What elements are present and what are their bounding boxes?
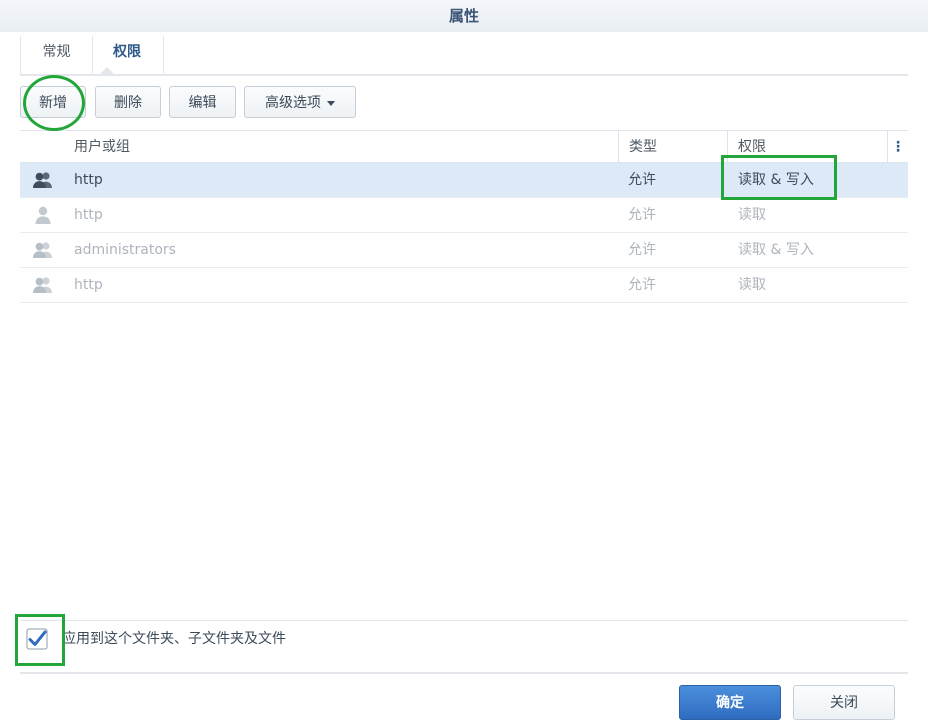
table-header: 用户或组 类型 权限 ⋮: [20, 130, 908, 163]
apply-checkbox-label[interactable]: 应用到这个文件夹、子文件夹及文件: [62, 629, 286, 649]
column-header-user[interactable]: 用户或组: [64, 131, 618, 163]
row-type: 允许: [628, 277, 656, 293]
table-row[interactable]: administrators 允许 读取 & 写入: [20, 233, 908, 268]
group-icon: [32, 276, 56, 294]
dialog-title: 属性: [0, 0, 928, 32]
add-button[interactable]: 新增: [20, 86, 86, 118]
row-type: 允许: [628, 172, 656, 188]
close-button[interactable]: 关闭: [793, 685, 895, 720]
edit-button[interactable]: 编辑: [169, 86, 236, 118]
table-row[interactable]: http 允许 读取: [20, 198, 908, 233]
row-user: http: [74, 207, 103, 223]
column-header-permission[interactable]: 权限: [727, 131, 887, 163]
divider: [20, 620, 908, 621]
advanced-options-button[interactable]: 高级选项: [244, 86, 356, 118]
row-type: 允许: [628, 207, 656, 223]
row-user: http: [74, 277, 103, 293]
row-permission: 读取 & 写入: [738, 242, 814, 258]
group-icon: [32, 171, 56, 189]
table-row[interactable]: http 允许 读取: [20, 268, 908, 303]
active-tab-indicator: [100, 67, 114, 74]
apply-checkbox[interactable]: [26, 628, 48, 650]
column-header-type[interactable]: 类型: [618, 131, 727, 163]
advanced-options-label: 高级选项: [265, 95, 321, 111]
ok-button[interactable]: 确定: [679, 685, 781, 720]
row-user: administrators: [74, 242, 176, 258]
divider: [20, 672, 908, 674]
row-permission: 读取 & 写入: [738, 172, 814, 188]
row-permission: 读取: [738, 277, 766, 293]
table-row[interactable]: http 允许 读取 & 写入: [20, 163, 908, 198]
user-icon: [32, 206, 56, 224]
row-type: 允许: [628, 242, 656, 258]
permissions-table: 用户或组 类型 权限 ⋮ http 允许 读取 & 写入 http 允许 读取 …: [20, 130, 908, 303]
caret-down-icon: [327, 100, 335, 106]
checkmark-icon: [26, 628, 48, 650]
tab-bar: 常规 权限: [20, 36, 908, 76]
column-menu-icon[interactable]: ⋮: [887, 131, 908, 163]
row-permission: 读取: [738, 207, 766, 223]
tab-general[interactable]: 常规: [20, 36, 93, 74]
row-user: http: [74, 172, 103, 188]
delete-button[interactable]: 删除: [95, 86, 161, 118]
group-icon: [32, 241, 56, 259]
